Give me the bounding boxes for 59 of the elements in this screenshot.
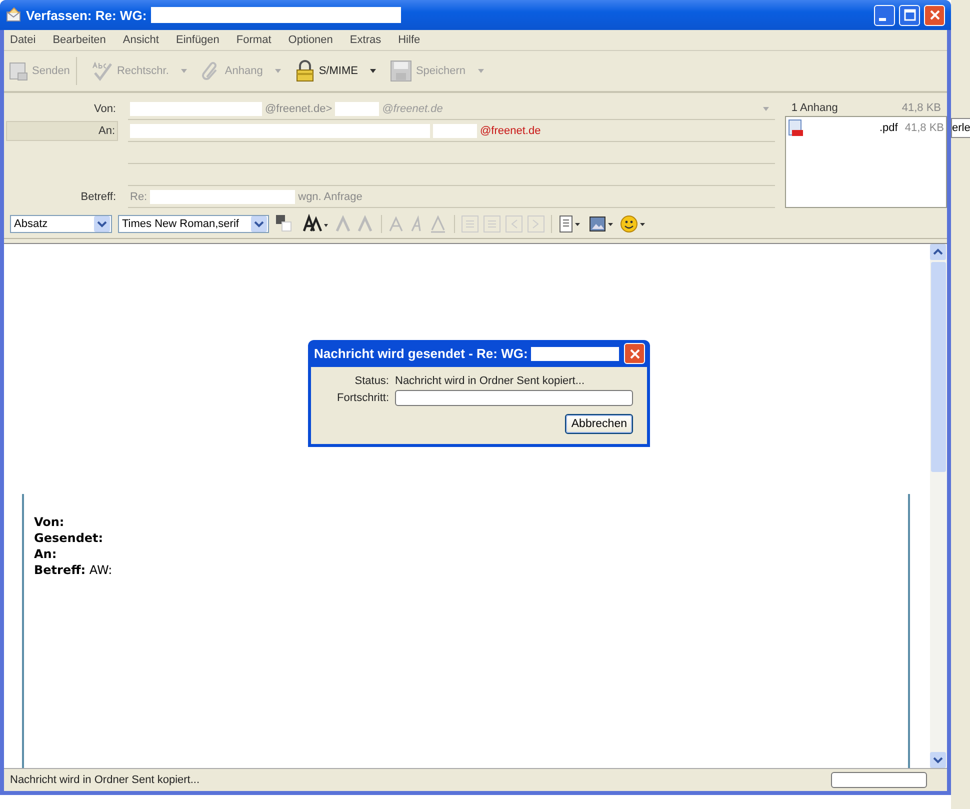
menu-item[interactable]: Hilfe <box>398 34 420 46</box>
spellcheck-icon <box>90 61 113 81</box>
image-icon[interactable] <box>588 214 614 234</box>
quote-header-line: Betreff: AW: <box>34 562 114 578</box>
align-icon[interactable] <box>558 214 582 234</box>
quote-header-line: An: <box>34 546 58 562</box>
status-message: Nachricht wird in Ordner Sent kopiert... <box>395 375 586 387</box>
quote-header-line: Von: <box>34 514 66 530</box>
scroll-thumb[interactable] <box>931 262 946 472</box>
close-icon <box>628 348 640 360</box>
attachment-item[interactable]: .pdf 41,8 KB <box>786 117 946 139</box>
menu-item[interactable]: Format <box>236 34 272 46</box>
background-window-text: erle <box>951 118 970 138</box>
close-button[interactable] <box>624 343 645 364</box>
menu-item[interactable]: Extras <box>350 34 382 46</box>
dialog-title: Nachricht wird gesendet - Re: WG: <box>314 346 528 361</box>
envelope-icon <box>6 7 22 23</box>
progress-label: Fortschritt: <box>336 392 389 404</box>
field-label: Von: <box>94 103 116 115</box>
smiley-icon[interactable] <box>620 214 646 234</box>
font-select[interactable]: Times New Roman,serif <box>118 215 269 233</box>
attachment-name: .pdf <box>880 122 898 134</box>
close-icon <box>928 9 940 21</box>
menu-item[interactable]: Optionen <box>288 34 333 46</box>
minimize-icon <box>879 18 886 20</box>
maximize-icon <box>904 9 916 21</box>
attachment-total-size: 41,8 KB <box>902 102 941 114</box>
menu-item[interactable]: Datei <box>10 34 36 46</box>
close-button[interactable] <box>924 4 945 26</box>
attachment-count: 1 Anhang <box>791 102 838 114</box>
field-label: Betreff: <box>80 191 116 203</box>
pdf-file-icon <box>788 119 804 137</box>
status-text: Nachricht wird in Ordner Sent kopiert... <box>10 774 200 786</box>
status-label: Status: <box>354 375 389 387</box>
cancel-button[interactable]: Abbrechen <box>565 414 633 434</box>
quote-header-line: Gesendet: <box>34 530 104 546</box>
document-icon <box>8 61 28 81</box>
field-text: @freenet.de> <box>265 102 332 114</box>
field-label: An: <box>98 125 115 137</box>
toolbar-button[interactable]: S/MIME <box>294 60 376 82</box>
attachment-size: 41,8 KB <box>904 122 944 134</box>
paragraph-format-select[interactable]: Absatz <box>10 215 112 233</box>
padlock-icon <box>294 60 315 82</box>
field-text: wgn. Anfrage <box>298 190 362 202</box>
minimize-button[interactable] <box>874 4 895 26</box>
recipient-field[interactable]: @freenet.de <box>128 120 776 142</box>
scroll-down-icon[interactable] <box>930 752 946 768</box>
menu-item[interactable]: Bearbeiten <box>52 34 106 46</box>
field-text: @freenet.de <box>480 124 541 136</box>
maximize-button[interactable] <box>899 4 920 26</box>
scrollbar[interactable] <box>930 244 947 768</box>
caret-icon <box>763 106 770 110</box>
field-text: Re: <box>130 190 148 202</box>
font-size-icon[interactable] <box>303 214 329 234</box>
scroll-up-icon[interactable] <box>930 244 946 260</box>
menu-item[interactable]: Einfügen <box>176 34 220 46</box>
window-title: Verfassen: Re: WG: <box>26 8 147 22</box>
field-text: @freenet.de <box>382 102 443 114</box>
menu-item[interactable]: Ansicht <box>122 34 159 46</box>
